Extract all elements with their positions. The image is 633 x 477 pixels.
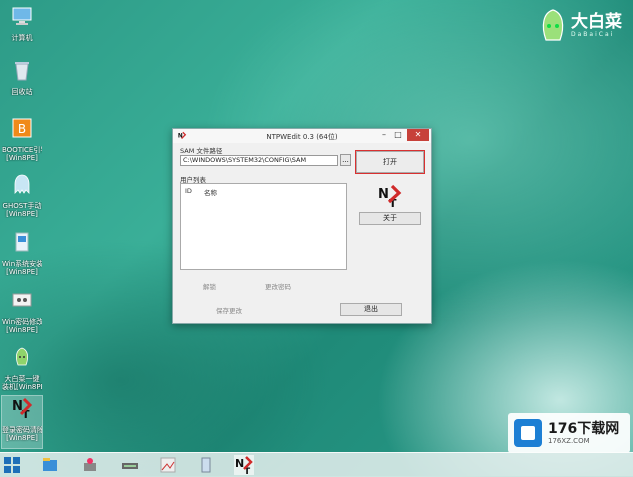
change-password-button[interactable]: 更改密码 xyxy=(265,281,291,291)
desktop-icon-sublabel: 装机[Win8PE] xyxy=(2,383,42,391)
desktop-icon-label: BOOTICE引导 xyxy=(2,146,42,154)
ntpwedit-icon: N T xyxy=(12,397,33,421)
desktop-icon-label: Win密码修改 xyxy=(2,318,42,326)
watermark-logo-icon xyxy=(514,419,542,447)
unlock-button[interactable]: 解锁 xyxy=(203,281,216,291)
open-button[interactable]: 打开 xyxy=(355,150,425,174)
desktop-icon-windows-install[interactable]: Win系统安装 [Win8PE] xyxy=(2,230,42,276)
desktop-icon-sublabel: [Win8PE] xyxy=(6,210,38,218)
exit-button[interactable]: 退出 xyxy=(340,303,402,316)
taskbar-explorer-icon[interactable] xyxy=(40,455,60,475)
column-id[interactable]: ID xyxy=(185,187,192,197)
logo-name: 大白菜 xyxy=(571,11,622,32)
password-icon xyxy=(12,293,32,307)
svg-text:B: B xyxy=(18,122,26,136)
user-list-header: ID 名称 xyxy=(181,184,346,200)
desktop-icon-ghost[interactable]: GHOST手动 [Win8PE] xyxy=(2,172,42,218)
cabbage-mascot-icon xyxy=(542,9,564,41)
desktop-icon-sublabel: [Win8PE] xyxy=(6,434,38,442)
windows-install-icon xyxy=(15,232,29,252)
desktop-icon-label: 回收站 xyxy=(11,88,33,96)
sam-path-label: SAM 文件路径 xyxy=(180,147,223,155)
desktop-icon-dabaicai[interactable]: 大白菜一键 装机[Win8PE] xyxy=(2,345,42,391)
desktop-icon-label: Win系统安装 xyxy=(2,260,42,268)
minimize-button[interactable]: – xyxy=(377,129,391,141)
user-list[interactable]: ID 名称 xyxy=(180,183,347,270)
computer-icon xyxy=(12,7,32,25)
window-titlebar[interactable]: N NTPWEdit 0.3 (64位) – □ ✕ xyxy=(173,129,431,143)
dabaicai-icon xyxy=(15,347,29,366)
desktop-icon-label: 计算机 xyxy=(11,34,33,42)
desktop-icon-ntpwedit[interactable]: N T 登录密码清除 [Win8PE] xyxy=(1,395,43,449)
desktop-icon-recycle-bin[interactable]: 回收站 xyxy=(2,58,42,96)
desktop-icon-label: 登录密码清除 xyxy=(2,426,42,434)
desktop-icon-bootice[interactable]: B BOOTICE引导 [Win8PE] xyxy=(2,116,42,162)
taskbar-image-icon[interactable] xyxy=(158,455,178,475)
about-button[interactable]: 关于 xyxy=(359,212,421,225)
taskbar: N T xyxy=(0,452,633,477)
desktop-icon-computer[interactable]: 计算机 xyxy=(2,4,42,42)
desktop-icon-label: GHOST手动 xyxy=(2,202,42,210)
desktop-icon-sublabel: [Win8PE] xyxy=(6,326,38,334)
svg-text:N: N xyxy=(378,187,389,202)
taskbar-ntpwedit-icon[interactable]: N T xyxy=(234,455,254,475)
start-button[interactable] xyxy=(4,457,20,473)
column-name[interactable]: 名称 xyxy=(204,187,217,197)
logo-subtitle: DaBaiCai xyxy=(571,30,615,38)
taskbar-tools-icon[interactable] xyxy=(80,455,100,475)
ghost-icon xyxy=(14,174,30,194)
sam-path-input[interactable] xyxy=(180,155,338,166)
desktop-icon-password[interactable]: Win密码修改 [Win8PE] xyxy=(2,288,42,334)
dabaicai-logo: 大白菜 DaBaiCai xyxy=(538,8,622,42)
recycle-bin-icon xyxy=(15,62,29,81)
watermark-url: 176XZ.COM xyxy=(548,436,590,445)
watermark-title: 176下载网 xyxy=(548,420,620,437)
browse-button[interactable]: ... xyxy=(340,154,351,166)
close-button[interactable]: ✕ xyxy=(407,129,429,141)
desktop-icon-sublabel: [Win8PE] xyxy=(6,268,38,276)
bootice-icon: B xyxy=(12,118,32,138)
save-changes-button[interactable]: 保存更改 xyxy=(216,305,242,315)
taskbar-device-icon[interactable] xyxy=(120,455,140,475)
desktop-icon-sublabel: [Win8PE] xyxy=(6,154,38,162)
ntpwedit-logo-icon: N T xyxy=(378,184,402,208)
desktop-icon-label: 大白菜一键 xyxy=(4,375,40,383)
maximize-button[interactable]: □ xyxy=(391,129,405,141)
site-watermark: 176下载网 176XZ.COM xyxy=(508,413,630,453)
svg-text:N: N xyxy=(235,457,244,470)
taskbar-phone-icon[interactable] xyxy=(196,455,216,475)
